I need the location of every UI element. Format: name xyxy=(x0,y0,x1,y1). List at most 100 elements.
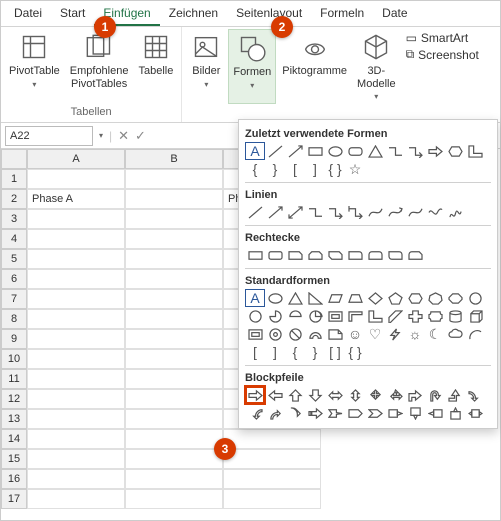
tabelle-button[interactable]: Tabelle xyxy=(134,29,177,104)
shape-bracket-r[interactable]: ] xyxy=(305,160,325,178)
shape-arc[interactable] xyxy=(465,325,485,343)
cell[interactable] xyxy=(27,389,125,409)
shape-curve[interactable] xyxy=(365,203,385,221)
smartart-button[interactable]: ▭SmartArt xyxy=(406,31,479,45)
shape-connector-elbow[interactable] xyxy=(385,142,405,160)
shape-brace-r[interactable]: } xyxy=(265,160,285,178)
shape-moon[interactable]: ☾ xyxy=(425,325,445,343)
shape-bevel[interactable] xyxy=(245,325,265,343)
shape-dodecagon[interactable] xyxy=(245,307,265,325)
shape-arrow-left-block[interactable] xyxy=(265,386,285,404)
shape-curve-double[interactable] xyxy=(405,203,425,221)
shape-brace-l[interactable]: { xyxy=(245,160,265,178)
shape-lightning[interactable] xyxy=(385,325,405,343)
row-header[interactable]: 7 xyxy=(1,289,27,309)
shape-scribble[interactable] xyxy=(445,203,465,221)
shape-snip-single[interactable] xyxy=(285,246,305,264)
shape-line-arrow[interactable] xyxy=(265,203,285,221)
shape-arrow-bent-u[interactable] xyxy=(445,386,465,404)
shape-rect[interactable] xyxy=(305,142,325,160)
3d-modelle-button[interactable]: 3D- Modelle▾ xyxy=(353,29,400,104)
shape-hexagon[interactable] xyxy=(445,142,465,160)
shape-callout-l[interactable] xyxy=(425,404,445,422)
row-header[interactable]: 3 xyxy=(1,209,27,229)
shape-arrow-curved-r[interactable] xyxy=(465,386,485,404)
cell[interactable] xyxy=(27,209,125,229)
shape-line-arrow[interactable] xyxy=(285,142,305,160)
screenshot-button[interactable]: ⧉Screenshot xyxy=(406,47,479,62)
cancel-formula-icon[interactable]: ✕ xyxy=(118,128,129,144)
shape-l[interactable] xyxy=(465,142,485,160)
shape-round-same[interactable] xyxy=(365,246,385,264)
shape-can[interactable] xyxy=(445,307,465,325)
shape-round-rect[interactable] xyxy=(265,246,285,264)
shape-arrow-right[interactable] xyxy=(425,142,445,160)
tab-formeln[interactable]: Formeln xyxy=(311,1,373,26)
cell[interactable] xyxy=(125,209,223,229)
shape-star[interactable]: ☆ xyxy=(345,160,365,178)
shape-arrow-lru[interactable] xyxy=(385,386,405,404)
shape-sun[interactable]: ☼ xyxy=(405,325,425,343)
chevron-down-icon[interactable]: ▾ xyxy=(99,131,103,140)
row-header[interactable]: 10 xyxy=(1,349,27,369)
row-header[interactable]: 4 xyxy=(1,229,27,249)
row-header[interactable]: 15 xyxy=(1,449,27,469)
shape-parallelogram[interactable] xyxy=(325,289,345,307)
shape-smiley[interactable]: ☺ xyxy=(345,325,365,343)
shape-fold[interactable] xyxy=(325,325,345,343)
accept-formula-icon[interactable]: ✓ xyxy=(135,128,146,144)
bilder-button[interactable]: Bilder▾ xyxy=(186,29,226,104)
shape-decagon[interactable] xyxy=(465,289,485,307)
shape-curve-arrow[interactable] xyxy=(385,203,405,221)
tab-seitenlayout[interactable]: Seitenlayout xyxy=(227,1,311,26)
shape-textbox[interactable]: A xyxy=(245,142,265,160)
shape-arrow-curved-d[interactable] xyxy=(285,404,305,422)
shape-plaque[interactable] xyxy=(425,307,445,325)
shape-teardrop[interactable] xyxy=(305,307,325,325)
shape-cross[interactable] xyxy=(405,307,425,325)
cell[interactable] xyxy=(125,389,223,409)
cell[interactable] xyxy=(125,309,223,329)
shape-snip-round[interactable] xyxy=(405,246,425,264)
shape-brackets[interactable]: [ ] xyxy=(325,343,345,361)
formen-button[interactable]: Formen▾ xyxy=(228,29,276,104)
shape-snip-same[interactable] xyxy=(305,246,325,264)
shape-heptagon[interactable] xyxy=(425,289,445,307)
cell[interactable] xyxy=(27,469,125,489)
row-header[interactable]: 12 xyxy=(1,389,27,409)
shape-chord[interactable] xyxy=(285,307,305,325)
shape-trapezoid[interactable] xyxy=(345,289,365,307)
tab-start[interactable]: Start xyxy=(51,1,94,26)
col-header[interactable]: A xyxy=(27,149,125,169)
shape-diag-stripe[interactable] xyxy=(385,307,405,325)
shape-callout-u[interactable] xyxy=(445,404,465,422)
shape-arrow-bent-r[interactable] xyxy=(405,386,425,404)
cell[interactable]: Phase A xyxy=(27,189,125,209)
shape-elbow-double[interactable] xyxy=(345,203,365,221)
row-header[interactable]: 16 xyxy=(1,469,27,489)
name-box[interactable]: A22 xyxy=(5,126,93,146)
shape-arrow-lr[interactable] xyxy=(325,386,345,404)
shape-arrow-down-block[interactable] xyxy=(305,386,325,404)
shape-block-arc[interactable] xyxy=(305,325,325,343)
shape-braces[interactable]: { } xyxy=(345,343,365,361)
shape-triangle[interactable] xyxy=(285,289,305,307)
shape-textbox[interactable]: A xyxy=(245,289,265,307)
shape-brace-l[interactable]: { xyxy=(285,343,305,361)
cell[interactable] xyxy=(27,369,125,389)
tab-zeichnen[interactable]: Zeichnen xyxy=(160,1,227,26)
shape-bracket-l[interactable]: [ xyxy=(245,343,265,361)
shape-cloud[interactable] xyxy=(445,325,465,343)
shape-callout-lr[interactable] xyxy=(465,404,485,422)
cell[interactable] xyxy=(27,489,125,509)
pivottable-button[interactable]: PivotTable▾ xyxy=(5,29,64,104)
cell[interactable] xyxy=(27,229,125,249)
shape-diamond[interactable] xyxy=(365,289,385,307)
shape-arrow-stripe-r[interactable] xyxy=(305,404,325,422)
shape-oval[interactable] xyxy=(325,142,345,160)
row-header[interactable]: 5 xyxy=(1,249,27,269)
shape-bracket-l[interactable]: [ xyxy=(285,160,305,178)
cell[interactable] xyxy=(125,249,223,269)
tab-daten[interactable]: Date xyxy=(373,1,416,26)
shape-elbow-arrow[interactable] xyxy=(325,203,345,221)
